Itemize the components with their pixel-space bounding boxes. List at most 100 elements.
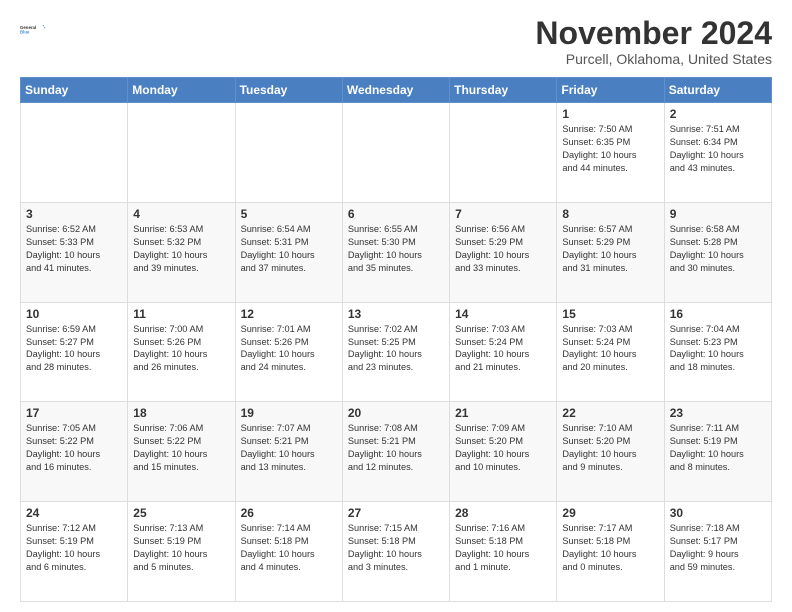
day-info: Sunrise: 7:08 AM Sunset: 5:21 PM Dayligh…	[348, 422, 444, 474]
calendar-cell: 23 Sunrise: 7:11 AM Sunset: 5:19 PM Dayli…	[664, 402, 771, 502]
day-number: 19	[241, 406, 337, 420]
calendar-week-row: 3 Sunrise: 6:52 AM Sunset: 5:33 PM Daylig…	[21, 202, 772, 302]
calendar-cell: 25Sunrise: 7:13 AM Sunset: 5:19 PM Dayli…	[128, 502, 235, 602]
day-number: 20	[348, 406, 444, 420]
calendar-cell	[21, 103, 128, 203]
day-number: 29	[562, 506, 658, 520]
day-info: Sunrise: 7:51 AM Sunset: 6:34 PM Dayligh…	[670, 123, 766, 175]
day-number: 18	[133, 406, 229, 420]
calendar-cell	[128, 103, 235, 203]
day-info: Sunrise: 7:06 AM Sunset: 5:22 PM Dayligh…	[133, 422, 229, 474]
calendar-cell: 6Sunrise: 6:55 AM Sunset: 5:30 PM Daylig…	[342, 202, 449, 302]
day-number: 6	[348, 207, 444, 221]
calendar-cell: 27 Sunrise: 7:15 AM Sunset: 5:18 PM Dayli…	[342, 502, 449, 602]
calendar-cell: 4Sunrise: 6:53 AM Sunset: 5:32 PM Daylig…	[128, 202, 235, 302]
calendar-week-row: 10 Sunrise: 6:59 AM Sunset: 5:27 PM Dayli…	[21, 302, 772, 402]
calendar-cell: 13 Sunrise: 7:02 AM Sunset: 5:25 PM Dayli…	[342, 302, 449, 402]
calendar-cell: 12 Sunrise: 7:01 AM Sunset: 5:26 PM Dayli…	[235, 302, 342, 402]
calendar-cell	[235, 103, 342, 203]
day-info: Sunrise: 7:03 AM Sunset: 5:24 PM Dayligh…	[455, 323, 551, 375]
calendar-cell: 5 Sunrise: 6:54 AM Sunset: 5:31 PM Daylig…	[235, 202, 342, 302]
day-info: Sunrise: 7:09 AM Sunset: 5:20 PM Dayligh…	[455, 422, 551, 474]
day-number: 22	[562, 406, 658, 420]
calendar-cell: 17Sunrise: 7:05 AM Sunset: 5:22 PM Dayli…	[21, 402, 128, 502]
calendar-cell: 15Sunrise: 7:03 AM Sunset: 5:24 PM Dayli…	[557, 302, 664, 402]
calendar-cell: 26 Sunrise: 7:14 AM Sunset: 5:18 PM Dayli…	[235, 502, 342, 602]
day-number: 9	[670, 207, 766, 221]
day-number: 26	[241, 506, 337, 520]
day-number: 11	[133, 307, 229, 321]
calendar-cell: 1 Sunrise: 7:50 AM Sunset: 6:35 PM Daylig…	[557, 103, 664, 203]
day-info: Sunrise: 7:14 AM Sunset: 5:18 PM Dayligh…	[241, 522, 337, 574]
calendar-cell: 7Sunrise: 6:56 AM Sunset: 5:29 PM Daylig…	[450, 202, 557, 302]
day-number: 21	[455, 406, 551, 420]
day-info: Sunrise: 6:59 AM Sunset: 5:27 PM Dayligh…	[26, 323, 122, 375]
day-info: Sunrise: 7:15 AM Sunset: 5:18 PM Dayligh…	[348, 522, 444, 574]
day-info: Sunrise: 7:12 AM Sunset: 5:19 PM Dayligh…	[26, 522, 122, 574]
day-info: Sunrise: 7:13 AM Sunset: 5:19 PM Dayligh…	[133, 522, 229, 574]
day-number: 28	[455, 506, 551, 520]
header-monday: Monday	[128, 78, 235, 103]
header-wednesday: Wednesday	[342, 78, 449, 103]
calendar-cell	[342, 103, 449, 203]
day-info: Sunrise: 7:17 AM Sunset: 5:18 PM Dayligh…	[562, 522, 658, 574]
day-number: 15	[562, 307, 658, 321]
day-info: Sunrise: 7:11 AM Sunset: 5:19 PM Dayligh…	[670, 422, 766, 474]
title-block: November 2024 Purcell, Oklahoma, United …	[535, 16, 772, 67]
day-number: 5	[241, 207, 337, 221]
logo-icon: GeneralBlue	[20, 16, 48, 44]
calendar-cell: 18 Sunrise: 7:06 AM Sunset: 5:22 PM Dayli…	[128, 402, 235, 502]
day-number: 13	[348, 307, 444, 321]
calendar-cell: 22 Sunrise: 7:10 AM Sunset: 5:20 PM Dayli…	[557, 402, 664, 502]
header-thursday: Thursday	[450, 78, 557, 103]
header-sunday: Sunday	[21, 78, 128, 103]
calendar-cell: 29 Sunrise: 7:17 AM Sunset: 5:18 PM Dayli…	[557, 502, 664, 602]
day-number: 14	[455, 307, 551, 321]
calendar-cell: 2Sunrise: 7:51 AM Sunset: 6:34 PM Daylig…	[664, 103, 771, 203]
day-info: Sunrise: 6:54 AM Sunset: 5:31 PM Dayligh…	[241, 223, 337, 275]
day-number: 24	[26, 506, 122, 520]
calendar-week-row: 17Sunrise: 7:05 AM Sunset: 5:22 PM Dayli…	[21, 402, 772, 502]
day-info: Sunrise: 7:10 AM Sunset: 5:20 PM Dayligh…	[562, 422, 658, 474]
day-info: Sunrise: 7:02 AM Sunset: 5:25 PM Dayligh…	[348, 323, 444, 375]
calendar-cell: 19 Sunrise: 7:07 AM Sunset: 5:21 PM Dayli…	[235, 402, 342, 502]
day-number: 4	[133, 207, 229, 221]
day-number: 12	[241, 307, 337, 321]
calendar-cell: 3 Sunrise: 6:52 AM Sunset: 5:33 PM Daylig…	[21, 202, 128, 302]
day-info: Sunrise: 7:50 AM Sunset: 6:35 PM Dayligh…	[562, 123, 658, 175]
svg-text:Blue: Blue	[20, 29, 30, 34]
day-number: 17	[26, 406, 122, 420]
day-number: 3	[26, 207, 122, 221]
day-number: 7	[455, 207, 551, 221]
day-info: Sunrise: 7:18 AM Sunset: 5:17 PM Dayligh…	[670, 522, 766, 574]
header-friday: Friday	[557, 78, 664, 103]
day-info: Sunrise: 7:16 AM Sunset: 5:18 PM Dayligh…	[455, 522, 551, 574]
header-tuesday: Tuesday	[235, 78, 342, 103]
location: Purcell, Oklahoma, United States	[535, 51, 772, 67]
header-saturday: Saturday	[664, 78, 771, 103]
calendar-week-row: 24 Sunrise: 7:12 AM Sunset: 5:19 PM Dayli…	[21, 502, 772, 602]
calendar-cell: 21 Sunrise: 7:09 AM Sunset: 5:20 PM Dayli…	[450, 402, 557, 502]
day-info: Sunrise: 7:04 AM Sunset: 5:23 PM Dayligh…	[670, 323, 766, 375]
day-info: Sunrise: 6:52 AM Sunset: 5:33 PM Dayligh…	[26, 223, 122, 275]
day-info: Sunrise: 7:07 AM Sunset: 5:21 PM Dayligh…	[241, 422, 337, 474]
day-number: 10	[26, 307, 122, 321]
day-number: 27	[348, 506, 444, 520]
day-number: 30	[670, 506, 766, 520]
day-info: Sunrise: 7:01 AM Sunset: 5:26 PM Dayligh…	[241, 323, 337, 375]
day-info: Sunrise: 7:00 AM Sunset: 5:26 PM Dayligh…	[133, 323, 229, 375]
day-info: Sunrise: 6:57 AM Sunset: 5:29 PM Dayligh…	[562, 223, 658, 275]
calendar-cell: 11 Sunrise: 7:00 AM Sunset: 5:26 PM Dayli…	[128, 302, 235, 402]
month-title: November 2024	[535, 16, 772, 51]
day-number: 1	[562, 107, 658, 121]
calendar-cell	[450, 103, 557, 203]
calendar-cell: 10 Sunrise: 6:59 AM Sunset: 5:27 PM Dayli…	[21, 302, 128, 402]
calendar-cell: 30 Sunrise: 7:18 AM Sunset: 5:17 PM Dayli…	[664, 502, 771, 602]
calendar-cell: 24 Sunrise: 7:12 AM Sunset: 5:19 PM Dayli…	[21, 502, 128, 602]
logo: GeneralBlue General Blue	[20, 16, 48, 44]
day-info: Sunrise: 6:58 AM Sunset: 5:28 PM Dayligh…	[670, 223, 766, 275]
calendar-header-row: Sunday Monday Tuesday Wednesday Thursday…	[21, 78, 772, 103]
day-number: 23	[670, 406, 766, 420]
calendar-table: Sunday Monday Tuesday Wednesday Thursday…	[20, 77, 772, 602]
calendar-cell: 14 Sunrise: 7:03 AM Sunset: 5:24 PM Dayli…	[450, 302, 557, 402]
